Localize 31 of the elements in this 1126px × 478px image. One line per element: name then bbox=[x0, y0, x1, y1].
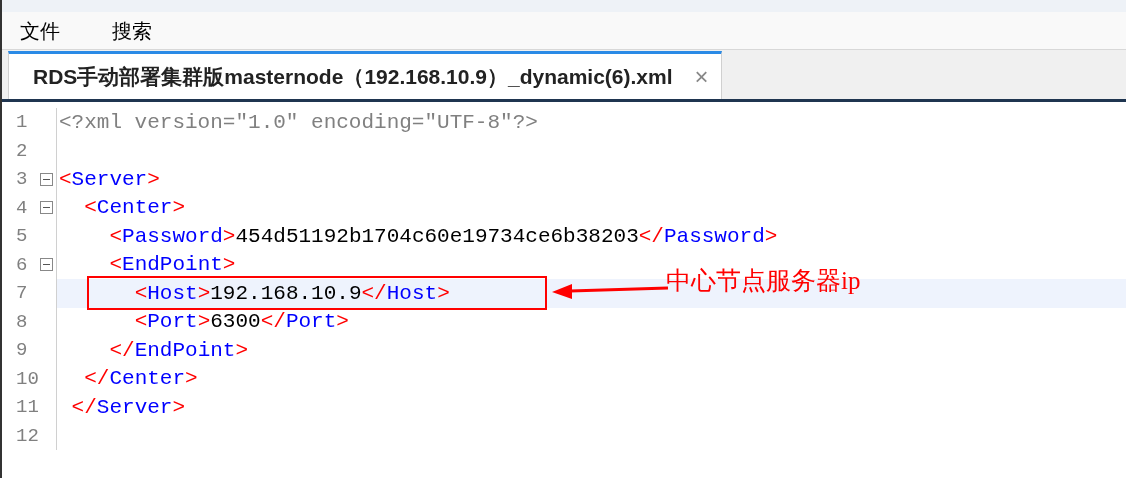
code-line: </Server> bbox=[71, 396, 186, 418]
menu-item[interactable]: 搜索 bbox=[94, 20, 170, 41]
file-tab[interactable]: RDS手动部署集群版masternode（192.168.10.9）_dynamic(6).xml × bbox=[8, 51, 722, 99]
line-number: 12 bbox=[16, 423, 39, 449]
line-number: 10 bbox=[16, 366, 39, 392]
code-line: <Host>192.168.10.9</Host> bbox=[134, 282, 450, 304]
fold-minus-icon[interactable] bbox=[40, 201, 53, 215]
fold-minus-icon[interactable] bbox=[40, 258, 53, 272]
code-line: <Port>6300</Port> bbox=[134, 311, 349, 333]
annotation-label: 中心节点服务器ip bbox=[666, 266, 861, 296]
line-number: 8 bbox=[16, 309, 28, 335]
code-line: <Password>454d51192b1704c60e19734ce6b38203</Password> bbox=[109, 225, 778, 247]
line-number: 1 bbox=[16, 110, 28, 135]
line-number: 11 bbox=[16, 395, 39, 420]
line-number: 4 bbox=[16, 195, 28, 221]
close-button[interactable]: × bbox=[694, 64, 709, 89]
line-number: 2 bbox=[16, 138, 28, 164]
code-line: </Center> bbox=[84, 368, 198, 390]
line-number: 6 bbox=[16, 252, 28, 278]
fold-minus-icon[interactable] bbox=[40, 172, 53, 186]
code-line: <Center> bbox=[84, 197, 186, 219]
code-line: <?xml version="1.0" encoding="UTF-8"?> bbox=[59, 111, 538, 133]
code-line: <EndPoint> bbox=[109, 254, 236, 276]
menu-item[interactable]: 文件 bbox=[2, 20, 78, 41]
code-line: </EndPoint> bbox=[109, 339, 249, 361]
line-number: 3 bbox=[16, 167, 28, 192]
line-number: 5 bbox=[16, 224, 28, 249]
tab-title: RDS手动部署集群版masternode（192.168.10.9）_dynamic(6).xml bbox=[33, 63, 673, 90]
line-number: 9 bbox=[16, 338, 28, 363]
line-number: 7 bbox=[16, 281, 28, 306]
code-line: <Server> bbox=[59, 168, 160, 190]
